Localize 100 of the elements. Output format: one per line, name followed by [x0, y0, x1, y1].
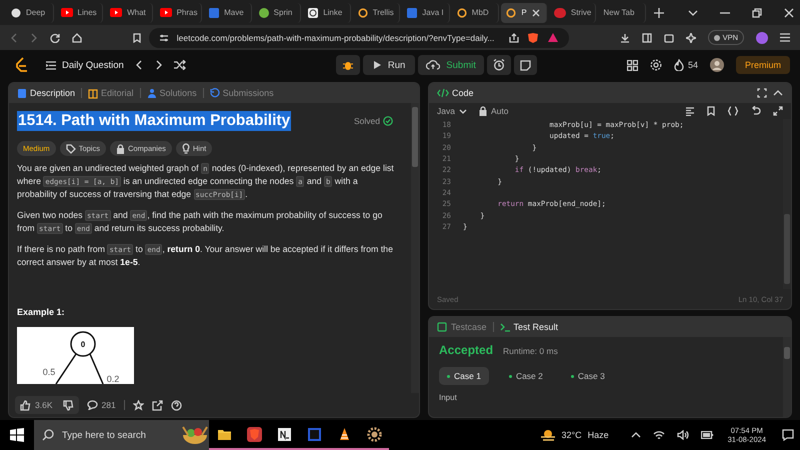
debug-button[interactable] — [336, 55, 360, 75]
case-tab[interactable]: Case 2 — [500, 367, 551, 385]
alarm-button[interactable] — [486, 55, 511, 75]
run-button[interactable]: Run — [362, 55, 416, 75]
tab-title[interactable]: Java I — [422, 8, 444, 17]
chevron-down-icon[interactable] — [688, 10, 698, 16]
close-icon[interactable] — [532, 8, 540, 16]
language-select[interactable]: Java — [437, 106, 467, 116]
avatar-icon[interactable] — [710, 58, 724, 72]
profile-icon[interactable] — [756, 32, 768, 44]
notes-button[interactable] — [514, 55, 537, 75]
wifi-icon[interactable] — [652, 430, 665, 440]
plus-icon[interactable] — [654, 8, 664, 18]
triangle-icon[interactable] — [546, 32, 559, 43]
browser-tab[interactable]: Linke — [303, 2, 351, 22]
chevron-right-icon[interactable] — [154, 60, 162, 70]
share-icon[interactable] — [508, 32, 519, 42]
address-field[interactable]: leetcode.com/problems/path-with-maximum-probability/description/?envType=daily... — [148, 28, 569, 48]
tab-title[interactable]: MbD — [472, 8, 489, 17]
menu-icon[interactable] — [780, 33, 790, 42]
edge-weight: 0.5 — [42, 367, 56, 377]
windows-icon[interactable] — [10, 428, 24, 442]
scrollbar[interactable] — [783, 119, 791, 289]
tab-title[interactable]: Deep — [26, 8, 46, 17]
streak-counter[interactable]: 54 — [674, 59, 698, 71]
close-icon[interactable] — [784, 8, 794, 18]
restore-icon[interactable] — [752, 8, 762, 18]
sidebar-icon[interactable] — [642, 32, 652, 42]
share-icon[interactable] — [152, 400, 163, 410]
minimize-icon[interactable] — [720, 12, 730, 14]
notification-icon[interactable] — [782, 429, 794, 441]
panel-tab[interactable]: Submissions — [210, 88, 274, 98]
chevron-left-icon[interactable] — [136, 60, 143, 70]
back-icon[interactable] — [10, 32, 18, 42]
tag-icon — [66, 144, 76, 154]
taskbar-search-field[interactable]: Type here to search — [34, 420, 209, 450]
tab-title[interactable]: Lines — [78, 8, 97, 17]
tab-title[interactable]: Strive — [570, 8, 592, 17]
tab-title[interactable]: Trellis — [372, 8, 394, 17]
panel-tab[interactable]: Editorial — [88, 88, 134, 98]
chevron-up-icon[interactable] — [630, 432, 641, 438]
browser-tab[interactable]: Lines — [56, 2, 104, 22]
star-icon[interactable] — [132, 400, 144, 410]
braces-icon[interactable] — [727, 106, 739, 116]
browser-tab[interactable]: Sprin — [254, 2, 302, 22]
ide-icon — [306, 426, 322, 442]
scrollbar[interactable] — [783, 337, 791, 417]
panel-tab[interactable]: Solutions — [146, 88, 197, 98]
speaker-icon[interactable] — [676, 430, 689, 440]
tab-title[interactable]: What — [127, 8, 146, 17]
browser-tab[interactable]: What — [105, 2, 153, 22]
shuffle-icon[interactable] — [174, 60, 186, 70]
browser-tab[interactable]: Deep — [6, 2, 54, 22]
browser-tab[interactable]: MbD — [452, 2, 500, 22]
download-icon[interactable] — [620, 32, 630, 42]
panel-tab[interactable]: Description — [17, 88, 76, 98]
case-tab[interactable]: Case 1 — [439, 367, 489, 385]
browser-tab[interactable]: Strive — [548, 2, 596, 22]
tab-title[interactable]: Phras — [176, 8, 198, 17]
premium-button[interactable]: Premium — [736, 56, 790, 74]
tab-title[interactable]: P — [521, 8, 527, 17]
format-icon[interactable] — [685, 106, 695, 116]
case-tab[interactable]: Case 3 — [562, 367, 613, 385]
panel-tab[interactable]: Testcase — [437, 322, 487, 332]
weather-widget[interactable]: 32°C Haze — [540, 428, 609, 442]
grid-icon[interactable] — [626, 60, 638, 70]
bookmark-icon[interactable] — [132, 32, 141, 42]
chevron-up-icon[interactable] — [773, 90, 783, 96]
document-icon — [17, 88, 27, 98]
undo-icon[interactable] — [751, 106, 761, 116]
like-button[interactable]: 3.6K — [15, 396, 58, 414]
logo-icon[interactable] — [14, 57, 28, 73]
expand-icon[interactable] — [773, 106, 783, 116]
browser-tab[interactable]: Mave — [204, 2, 252, 22]
tab-title[interactable]: New Tab — [603, 8, 634, 17]
browser-tab[interactable]: Java I — [402, 2, 450, 22]
bookmark-icon[interactable] — [707, 106, 715, 116]
daily-question-link[interactable]: Daily Question — [46, 60, 124, 70]
battery-icon[interactable] — [700, 431, 714, 439]
tab-title[interactable]: Sprin — [274, 8, 292, 17]
tab-title[interactable]: Linke — [323, 8, 342, 17]
browser-tab[interactable]: Trellis — [352, 2, 400, 22]
scrollbar[interactable] — [411, 103, 419, 393]
help-icon[interactable] — [170, 400, 182, 410]
forward-icon[interactable] — [30, 32, 38, 42]
browser-tab[interactable]: New Tab — [598, 2, 646, 22]
search-input[interactable]: Type here to search — [62, 430, 172, 440]
submit-button[interactable]: Submit — [418, 55, 484, 75]
auto-mode-toggle[interactable]: Auto — [478, 106, 508, 116]
browser-tab[interactable]: P — [501, 2, 547, 22]
browser-tab[interactable]: Phras — [154, 2, 202, 22]
sparkle-icon[interactable] — [686, 32, 696, 42]
tab-title[interactable]: Mave — [224, 8, 244, 17]
settings-icon[interactable] — [650, 59, 662, 71]
reload-icon[interactable] — [50, 32, 60, 42]
code-tab[interactable]: Code — [437, 88, 474, 98]
comments-button[interactable]: 281 — [86, 400, 116, 410]
panel-tab[interactable]: Test Result — [500, 322, 558, 332]
fullscreen-icon[interactable] — [757, 88, 767, 98]
home-icon[interactable] — [72, 32, 82, 42]
